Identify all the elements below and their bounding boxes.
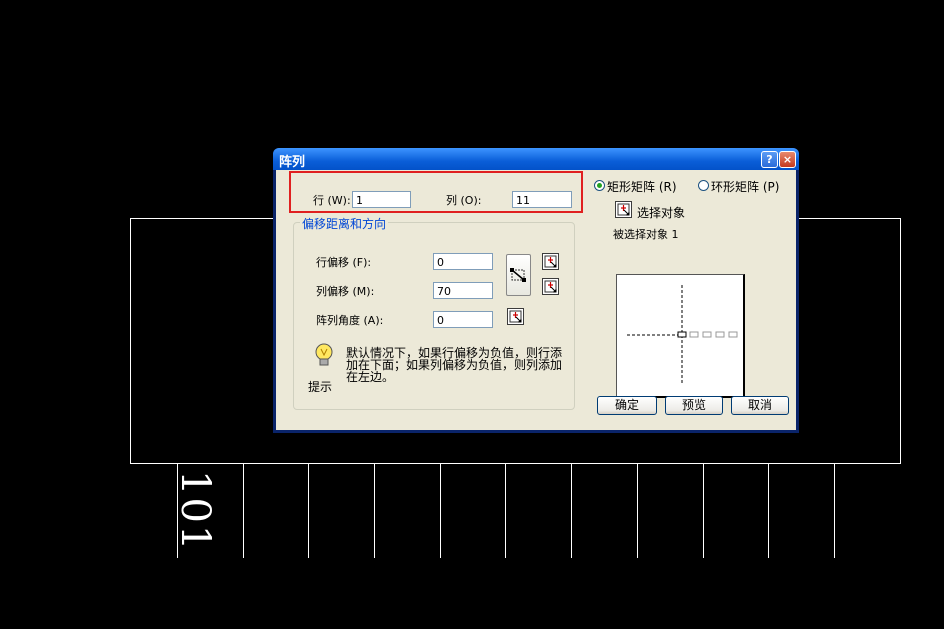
pick-offset-icon — [510, 268, 526, 282]
rect-array-label[interactable]: 矩形矩阵 (R) — [607, 178, 677, 195]
pick-angle-button[interactable] — [507, 308, 524, 325]
ok-button[interactable]: 确定 — [597, 396, 657, 415]
polar-array-radio[interactable] — [698, 180, 709, 191]
cad-vline — [440, 463, 441, 558]
column-offset-input[interactable]: 70 — [433, 282, 493, 299]
angle-input[interactable]: 0 — [433, 311, 493, 328]
cad-rect-bottom — [130, 463, 901, 464]
rect-array-radio[interactable] — [594, 180, 605, 191]
polar-array-label[interactable]: 环形矩阵 (P) — [711, 178, 779, 195]
cad-rect-right — [900, 218, 901, 464]
dialog-title: 阵列 — [279, 155, 306, 170]
cad-vline — [703, 463, 704, 558]
angle-label: 阵列角度 (A): — [316, 314, 384, 327]
highlight-box — [289, 171, 583, 213]
pick-point-icon — [544, 255, 557, 268]
lightbulb-icon — [315, 343, 333, 366]
cad-vline — [374, 463, 375, 558]
pick-column-offset-button[interactable] — [542, 278, 559, 295]
help-button[interactable]: ? — [761, 151, 778, 168]
pick-both-offsets-button[interactable] — [506, 254, 531, 296]
preview-button[interactable]: 预览 — [665, 396, 723, 415]
cad-vline — [834, 463, 835, 558]
tip-text-line3: 在左边。 — [346, 370, 395, 384]
row-offset-label: 行偏移 (F): — [316, 256, 372, 269]
cad-vline — [571, 463, 572, 558]
array-preview-drawing — [627, 285, 738, 385]
tip-label: 提示 — [308, 380, 333, 394]
pick-point-icon — [544, 280, 557, 293]
cad-vline — [308, 463, 309, 558]
offset-group-title: 偏移距离和方向 — [300, 215, 389, 232]
selected-count: 被选择对象 1 — [613, 228, 679, 241]
cad-vline — [505, 463, 506, 558]
cad-text-label: 101 — [172, 470, 218, 553]
cad-vline — [637, 463, 638, 558]
array-preview — [616, 274, 745, 398]
close-button[interactable]: × — [779, 151, 796, 168]
select-objects-label[interactable]: 选择对象 — [637, 204, 685, 221]
dialog-titlebar[interactable]: 阵列 ? × — [273, 148, 799, 170]
cad-vline — [768, 463, 769, 558]
pick-row-offset-button[interactable] — [542, 253, 559, 270]
select-objects-icon — [617, 203, 630, 216]
pick-angle-icon — [509, 310, 522, 323]
cad-rect-left — [130, 218, 131, 464]
row-offset-input[interactable]: 0 — [433, 253, 493, 270]
select-objects-button[interactable] — [615, 201, 632, 218]
cancel-button[interactable]: 取消 — [731, 396, 789, 415]
column-offset-label: 列偏移 (M): — [316, 285, 375, 298]
cad-vline — [243, 463, 244, 558]
